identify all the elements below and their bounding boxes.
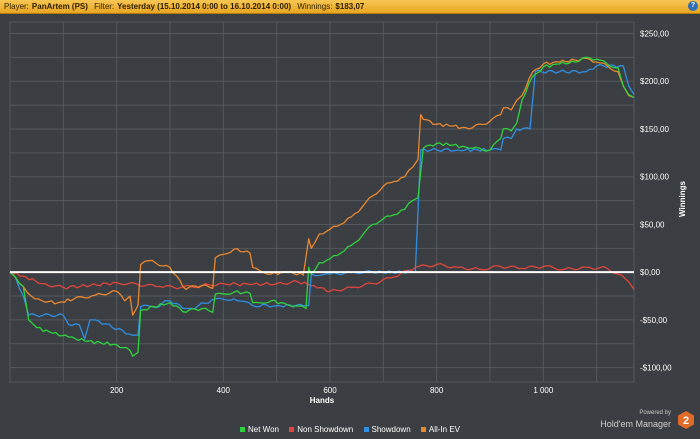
legend-item-non-showdown[interactable]: Non Showdown [289, 425, 353, 434]
player-value: PanArtem (PS) [31, 2, 88, 11]
plot-area [9, 21, 635, 383]
legend-label: All-In EV [428, 425, 460, 434]
legend-item-net-won[interactable]: Net Won [240, 425, 279, 434]
x-tick-label: 800 [430, 386, 444, 395]
legend-label: Net Won [248, 425, 279, 434]
legend-swatch-net-won [240, 427, 245, 433]
filter-bar: Player: PanArtem (PS) Filter: Yesterday (1… [0, 0, 700, 14]
legend-swatch-non-showdown [289, 427, 295, 433]
player-label: Player: [4, 2, 29, 11]
y-tick-label: $200,00 [640, 77, 669, 86]
legend-swatch-all-in-ev [420, 427, 426, 433]
x-tick-labels: 200 400 600 800 1 000 [110, 386, 554, 395]
legend-label: Non Showdown [297, 425, 354, 434]
filter-label: Filter: [94, 2, 115, 11]
legend-item-all-in-ev[interactable]: All-In EV [420, 425, 460, 434]
winnings-label: Winnings: [297, 2, 333, 11]
hm2-branding: Powered by Hold'em Manager 2 [586, 406, 696, 436]
legend-item-showdown[interactable]: Showdown [363, 425, 411, 434]
help-icon[interactable]: ? [688, 1, 698, 11]
y-tick-label: $250,00 [640, 29, 669, 38]
filter-value[interactable]: Yesterday (15.10.2014 0:00 to 16.10.2014… [117, 0, 291, 13]
y-tick-label: $100,00 [640, 173, 669, 182]
y-tick-label: -$100,00 [640, 364, 672, 373]
hm2-badge-number: 2 [683, 415, 689, 427]
x-tick-label: 1 000 [533, 386, 554, 395]
x-axis-label: Hands [310, 396, 335, 405]
legend-label: Showdown [371, 425, 411, 434]
x-tick-label: 600 [323, 386, 337, 395]
y-axis-label: Winnings [678, 180, 687, 216]
product-name: Hold'em Manager [600, 419, 671, 429]
y-tick-label: $150,00 [640, 125, 669, 134]
x-tick-label: 400 [217, 386, 231, 395]
y-tick-labels: $250,00 $200,00 $150,00 $100,00 $50,00 $0,00 -… [640, 29, 672, 372]
powered-by-text: Powered by [639, 410, 671, 416]
y-tick-label: -$50,00 [640, 316, 668, 325]
x-tick-label: 200 [110, 386, 124, 395]
winnings-value: $183,07 [335, 2, 365, 11]
legend-swatch-showdown [363, 427, 369, 433]
y-tick-label: $50,00 [640, 220, 665, 229]
hm2-logo-icon: 2 [678, 411, 694, 429]
y-tick-label: $0,00 [640, 268, 661, 277]
winnings-graph: 200 400 600 800 1 000 $250,00$200,00$150,00$… [9, 21, 687, 405]
